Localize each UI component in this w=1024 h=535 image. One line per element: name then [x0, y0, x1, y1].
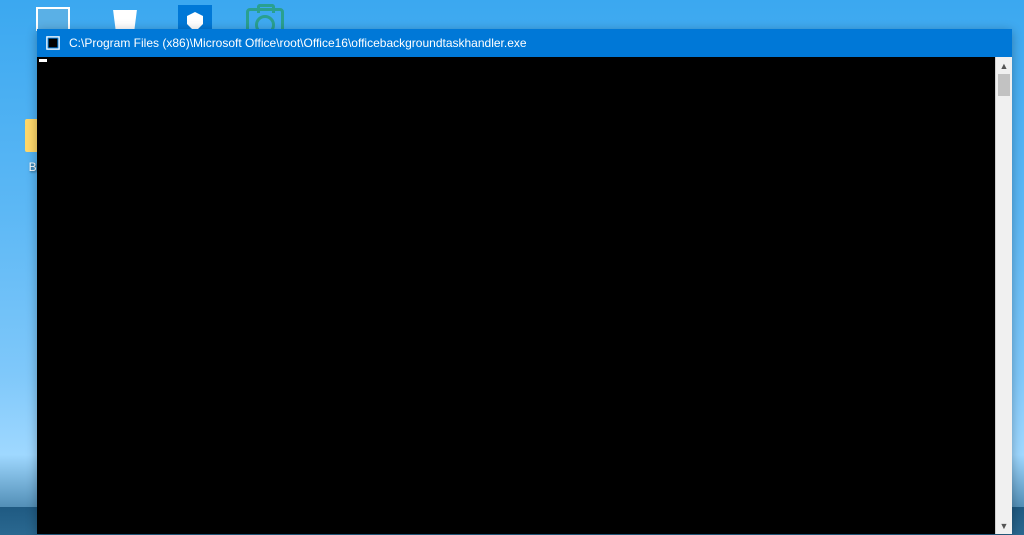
scroll-up-button[interactable]: ▲ — [996, 57, 1012, 74]
titlebar[interactable]: C:\Program Files (x86)\Microsoft Office\… — [37, 29, 1012, 57]
console-body: ▲ ▼ — [37, 57, 1012, 534]
text-cursor — [39, 59, 47, 62]
scroll-down-button[interactable]: ▼ — [996, 517, 1012, 534]
console-output[interactable] — [37, 57, 995, 534]
chevron-down-icon: ▼ — [1000, 521, 1009, 531]
console-app-icon — [45, 35, 61, 51]
window-title: C:\Program Files (x86)\Microsoft Office\… — [69, 36, 527, 50]
scroll-track[interactable] — [996, 74, 1012, 517]
scroll-thumb[interactable] — [998, 74, 1010, 96]
vertical-scrollbar[interactable]: ▲ ▼ — [995, 57, 1012, 534]
chevron-up-icon: ▲ — [1000, 61, 1009, 71]
console-window: C:\Program Files (x86)\Microsoft Office\… — [37, 29, 1012, 534]
